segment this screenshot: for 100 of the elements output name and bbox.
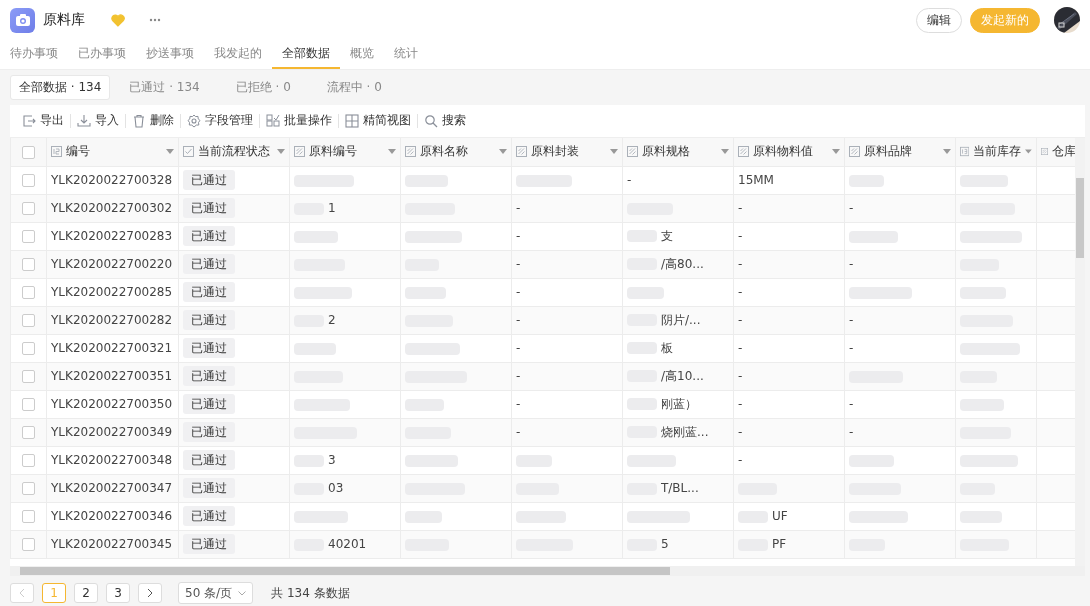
column-header[interactable]: 原料物料值 (734, 137, 844, 166)
column-header[interactable]: 原料名称 (401, 137, 511, 166)
row-checkbox[interactable] (22, 342, 35, 356)
field-icon (183, 146, 194, 158)
tab[interactable]: 待办事项 (0, 40, 68, 69)
grid-check-icon (266, 113, 280, 128)
column-header[interactable]: 当前流程状态 (179, 137, 289, 166)
row-checkbox[interactable] (22, 202, 35, 216)
heart-icon[interactable] (111, 13, 125, 27)
table-cell: - (738, 229, 743, 244)
status-tag: 已通过 (183, 478, 235, 499)
caret-icon (166, 149, 174, 155)
column-header[interactable]: 原料编号 (290, 137, 400, 166)
status-tag: 已通过 (183, 310, 235, 331)
toolbar-button[interactable]: 导出 (18, 109, 68, 132)
horizontal-scrollbar[interactable] (10, 565, 1085, 576)
tab[interactable]: 抄送事项 (136, 40, 204, 69)
row-checkbox[interactable] (22, 370, 35, 384)
toolbar-button[interactable]: 导入 (73, 109, 123, 132)
table-cell: 03 (328, 481, 344, 496)
table-cell: - (849, 257, 854, 272)
row-checkbox[interactable] (22, 510, 35, 524)
select-all-checkbox[interactable] (22, 145, 35, 159)
table-cell: YLK2020022700346 (51, 509, 173, 524)
toolbar-button[interactable]: 批量操作 (262, 109, 336, 132)
table-cell: YLK2020022700328 (51, 173, 173, 188)
table-cell: 刚蓝） (661, 396, 697, 411)
table-cell: 烧刚蓝... (661, 424, 709, 439)
row-checkbox[interactable] (22, 398, 35, 412)
table-cell: 5 (661, 537, 669, 552)
row-checkbox[interactable] (22, 230, 35, 244)
table-cell: - (516, 229, 521, 244)
status-tag: 已通过 (183, 450, 235, 471)
toolbar-button[interactable]: 删除 (128, 109, 178, 132)
next-page-button[interactable] (138, 583, 162, 604)
app-logo (10, 7, 35, 33)
toolbar-button[interactable]: 精简视图 (341, 109, 415, 132)
table-cell: - (738, 453, 743, 468)
row-checkbox[interactable] (22, 174, 35, 188)
table-cell: 40201 (328, 537, 367, 552)
filter-tab[interactable]: 全部数据 · 134 (10, 74, 111, 100)
table-cell: - (738, 425, 743, 440)
table-cell: - (516, 313, 521, 328)
column-header[interactable]: 原料品牌 (845, 137, 955, 166)
tab[interactable]: 概览 (340, 40, 384, 69)
row-checkbox[interactable] (22, 482, 35, 496)
tab[interactable]: 统计 (384, 40, 428, 69)
settings-icon (187, 113, 201, 128)
column-header[interactable]: 原料封装 (512, 137, 622, 166)
page-button[interactable]: 3 (106, 583, 130, 604)
table-cell: - (738, 313, 743, 328)
table-cell: /高80... (661, 256, 704, 271)
table-cell: - (738, 369, 743, 384)
column-header[interactable]: 当前库存 (956, 137, 1036, 166)
table-cell: UF (772, 509, 788, 524)
table-cell: YLK2020022700220 (51, 257, 173, 272)
search-icon (424, 113, 438, 128)
page-size-select[interactable]: 50 条/页 (178, 582, 254, 605)
table-cell: 15MM (738, 173, 774, 188)
status-tag: 已通过 (183, 366, 235, 387)
caret-icon (499, 149, 507, 155)
page-button[interactable]: 2 (74, 583, 98, 604)
table-cell: - (738, 285, 743, 300)
edit-button[interactable]: 编辑 (916, 7, 962, 33)
caret-icon (610, 149, 618, 155)
table-cell: YLK2020022700282 (51, 313, 173, 328)
status-tag: 已通过 (183, 170, 235, 191)
field-icon (960, 146, 970, 158)
row-checkbox[interactable] (22, 454, 35, 468)
table-cell: T/BL... (661, 481, 699, 496)
table-cell: - (516, 341, 521, 356)
tab[interactable]: 我发起的 (204, 40, 272, 69)
trash-icon (132, 113, 146, 128)
column-header[interactable]: 仓库 (1037, 137, 1075, 166)
table-cell: - (738, 397, 743, 412)
table-cell: YLK2020022700285 (51, 285, 173, 300)
toolbar-button[interactable]: 字段管理 (183, 109, 257, 132)
table-cell: YLK2020022700321 (51, 341, 173, 356)
status-tag: 已通过 (183, 338, 235, 359)
table-cell: PF (772, 537, 787, 552)
status-tag: 已通过 (183, 198, 235, 219)
caret-icon (388, 149, 396, 155)
more-icon[interactable] (149, 18, 161, 22)
field-icon (405, 146, 416, 158)
caret-icon (832, 149, 840, 155)
row-checkbox[interactable] (22, 426, 35, 440)
column-header[interactable]: 编号 (47, 137, 178, 166)
column-header[interactable]: 原料规格 (623, 137, 733, 166)
row-checkbox[interactable] (22, 258, 35, 272)
field-icon (627, 146, 638, 158)
toolbar-button[interactable]: 搜索 (420, 109, 470, 132)
tab[interactable]: 已办事项 (68, 40, 136, 69)
table-cell: YLK2020022700302 (51, 201, 173, 216)
table-cell: /高10... (661, 368, 704, 383)
row-checkbox[interactable] (22, 286, 35, 300)
table-cell: - (516, 425, 521, 440)
row-checkbox[interactable] (22, 314, 35, 328)
status-tag: 已通过 (183, 226, 235, 247)
grid-icon (345, 113, 359, 128)
row-checkbox[interactable] (22, 538, 35, 552)
